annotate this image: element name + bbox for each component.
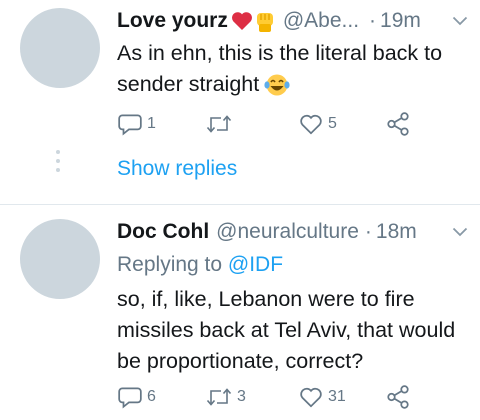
- heart-icon: [300, 114, 322, 135]
- tweet-text: As in ehn, this is the literal back to s…: [117, 38, 464, 100]
- laughing-tears-emoji-icon: [264, 74, 290, 95]
- tweet-text: so, if, like, Lebanon were to fire missi…: [117, 284, 464, 377]
- reply-button[interactable]: 1: [117, 111, 156, 137]
- tweet-header: Doc Cohl @neuralculture · 18m: [117, 217, 468, 247]
- reply-count: 6: [147, 388, 156, 405]
- handle[interactable]: @Abe...: [283, 9, 359, 33]
- replying-to: Replying to @IDF: [117, 253, 283, 277]
- retweet-icon: [206, 115, 232, 133]
- reply-icon: [118, 114, 142, 136]
- display-name[interactable]: Love yourz: [117, 9, 228, 33]
- raised-fist-emoji-icon: [256, 13, 273, 32]
- heart-emoji-icon: [231, 12, 252, 30]
- reply-count: 1: [147, 115, 156, 132]
- handle[interactable]: @neuralculture: [216, 220, 359, 244]
- tweet-text-line: so, if, like, Lebanon were to fire: [117, 287, 415, 311]
- replying-to-mention[interactable]: @IDF: [228, 253, 283, 276]
- tweet-header: Love yourz @Abe... · 19m: [117, 6, 468, 36]
- display-name[interactable]: Doc Cohl: [117, 220, 209, 244]
- chevron-down-icon[interactable]: [452, 227, 468, 237]
- separator-dot: ·: [364, 220, 372, 243]
- chevron-down-icon[interactable]: [452, 16, 468, 26]
- reply-button[interactable]: 6: [117, 384, 156, 410]
- retweet-button[interactable]: 3: [205, 384, 246, 410]
- retweet-count: 3: [237, 388, 246, 405]
- avatar[interactable]: [20, 219, 100, 299]
- share-button[interactable]: [385, 111, 411, 137]
- retweet-button[interactable]: [205, 111, 237, 137]
- divider: [0, 204, 480, 205]
- reply-icon: [118, 387, 142, 409]
- replying-to-label: Replying to: [117, 253, 223, 276]
- avatar[interactable]: [20, 8, 100, 88]
- like-button[interactable]: 5: [298, 111, 337, 137]
- timestamp[interactable]: 19m: [380, 9, 421, 33]
- share-icon: [387, 385, 409, 409]
- tweet-text-line: missiles back at Tel Aviv, that would: [117, 318, 456, 342]
- timestamp[interactable]: 18m: [376, 220, 417, 244]
- like-count: 31: [328, 388, 346, 405]
- like-count: 5: [328, 115, 337, 132]
- tweet-text-line: be proportionate, correct?: [117, 349, 364, 373]
- tweet-text-line: sender straight: [117, 72, 260, 96]
- tweet-text-line: As in ehn, this is the literal back to: [117, 41, 443, 65]
- thread-connector: [55, 150, 61, 177]
- heart-icon: [300, 387, 322, 408]
- name-emoji-group: [231, 9, 276, 33]
- share-icon: [387, 112, 409, 136]
- retweet-icon: [206, 388, 232, 406]
- separator-dot: ·: [369, 9, 377, 32]
- like-button[interactable]: 31: [298, 384, 346, 410]
- show-replies-link[interactable]: Show replies: [117, 157, 237, 181]
- share-button[interactable]: [385, 384, 411, 410]
